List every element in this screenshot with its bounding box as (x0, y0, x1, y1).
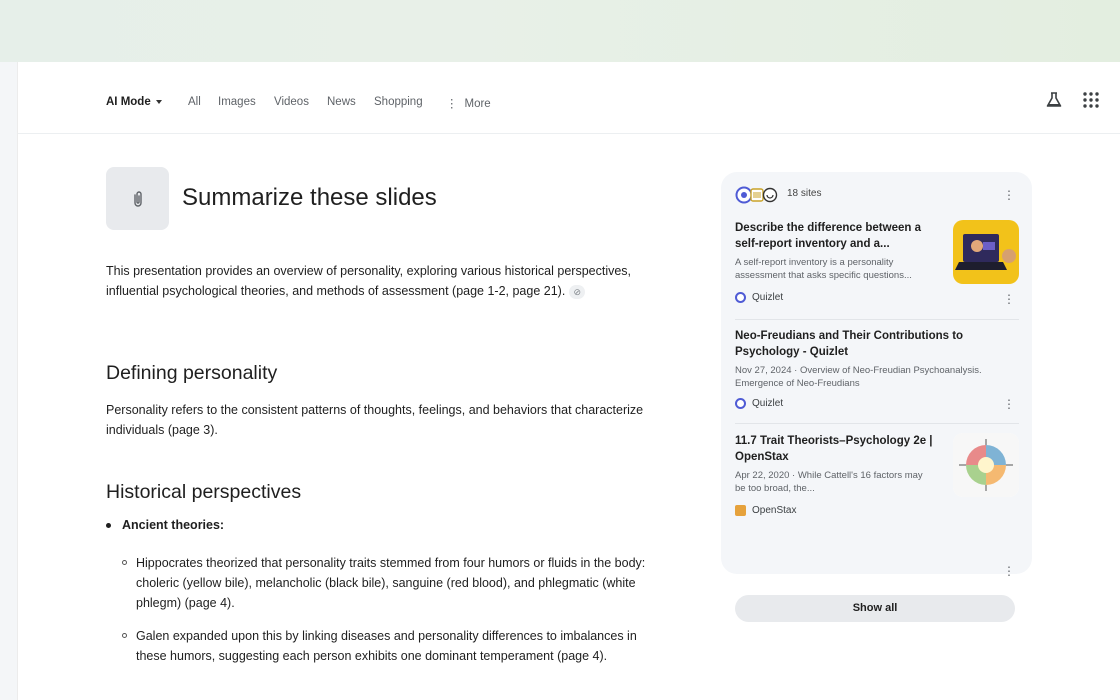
source-site-name: Quizlet (752, 292, 784, 304)
source-thumbnail (953, 433, 1019, 497)
more-vert-icon[interactable]: ⋮ (1003, 565, 1015, 577)
source-site: OpenStax (735, 505, 796, 516)
source-thumbnail (953, 220, 1019, 284)
source-site: Quizlet (735, 292, 783, 303)
intro-text: This presentation provides an overview o… (106, 264, 632, 298)
left-strip (0, 62, 18, 700)
source-site-name: OpenStax (752, 505, 797, 517)
show-all-button[interactable]: Show all (735, 595, 1015, 622)
tab-shopping[interactable]: Shopping (374, 96, 423, 108)
tab-all[interactable]: All (188, 96, 201, 108)
more-vert-icon[interactable]: ⋮ (1003, 398, 1015, 410)
query-title: Summarize these slides (182, 184, 437, 211)
divider (735, 319, 1019, 320)
source-card[interactable]: Describe the difference between a self-r… (735, 220, 1019, 310)
divider (735, 423, 1019, 424)
source-snippet: Nov 27, 2024 · Overview of Neo-Freudian … (735, 365, 982, 389)
trait-diagram-thumbnail-image (953, 433, 1019, 497)
sources-panel: 18 sites ⋮ Describe the difference betwe… (721, 172, 1032, 622)
tab-videos[interactable]: Videos (274, 96, 309, 108)
source-title: Describe the difference between a self-r… (735, 222, 921, 250)
sites-count: 18 sites (787, 188, 822, 199)
search-nav: AI Mode All Images Videos News Shopping … (18, 62, 1120, 134)
source-title: Neo-Freudians and Their Contributions to… (735, 330, 964, 358)
intro-paragraph: This presentation provides an overview o… (106, 261, 646, 301)
quizlet-icon (735, 398, 746, 409)
section-heading-historical: Historical perspectives (106, 481, 302, 503)
apps-grid-icon[interactable] (1081, 90, 1101, 110)
sub-bullet-text: Galen expanded upon this by linking dise… (136, 629, 637, 663)
bullet-ring (122, 560, 127, 565)
more-vert-icon: ⋮ (446, 98, 458, 110)
tab-ai-mode-label: AI Mode (106, 96, 151, 108)
flask-icon[interactable] (1044, 90, 1064, 110)
source-favicons-icon (735, 186, 778, 204)
search-page: AI Mode All Images Videos News Shopping … (18, 62, 1120, 700)
tab-images[interactable]: Images (218, 96, 256, 108)
sub-bullet-hippocrates: Hippocrates theorized that personality t… (122, 553, 646, 613)
bullet-ring (122, 633, 127, 638)
tab-news[interactable]: News (327, 96, 356, 108)
source-snippet: A self-report inventory is a personality… (735, 257, 912, 281)
openstax-icon (735, 505, 746, 516)
chevron-down-icon (155, 99, 162, 104)
source-site: Quizlet (735, 398, 783, 409)
section-heading-defining: Defining personality (106, 362, 278, 384)
source-snippet: Apr 22, 2020 · While Cattell's 16 factor… (735, 470, 923, 494)
source-card[interactable]: Neo-Freudians and Their Contributions to… (735, 328, 1019, 414)
tab-more[interactable]: ⋮ More (446, 96, 491, 110)
tab-ai-mode[interactable]: AI Mode (106, 96, 162, 108)
more-vert-icon[interactable]: ⋮ (1003, 189, 1015, 201)
bullet-ancient-theories: Ancient theories: (106, 518, 224, 532)
quizlet-icon (735, 292, 746, 303)
source-title: 11.7 Trait Theorists–Psychology 2e | Ope… (735, 435, 933, 463)
attachment-thumbnail[interactable] (106, 167, 169, 230)
paperclip-icon (133, 190, 142, 207)
tab-more-label: More (464, 98, 491, 110)
bullet-label: Ancient theories: (122, 518, 225, 532)
source-card[interactable]: 11.7 Trait Theorists–Psychology 2e | Ope… (735, 433, 1019, 523)
sub-bullet-galen: Galen expanded upon this by linking dise… (122, 626, 646, 666)
sources-header[interactable]: 18 sites (735, 186, 1015, 204)
source-site-name: Quizlet (752, 398, 784, 410)
bullet-dot (106, 523, 111, 529)
browser-top-band (0, 0, 1120, 62)
section-text-defining: Personality refers to the consistent pat… (106, 403, 644, 437)
link-icon[interactable]: ⊘ (569, 284, 586, 299)
laptop-thumbnail-image (953, 220, 1019, 284)
sub-bullet-text: Hippocrates theorized that personality t… (136, 556, 646, 610)
more-vert-icon[interactable]: ⋮ (1003, 293, 1015, 305)
